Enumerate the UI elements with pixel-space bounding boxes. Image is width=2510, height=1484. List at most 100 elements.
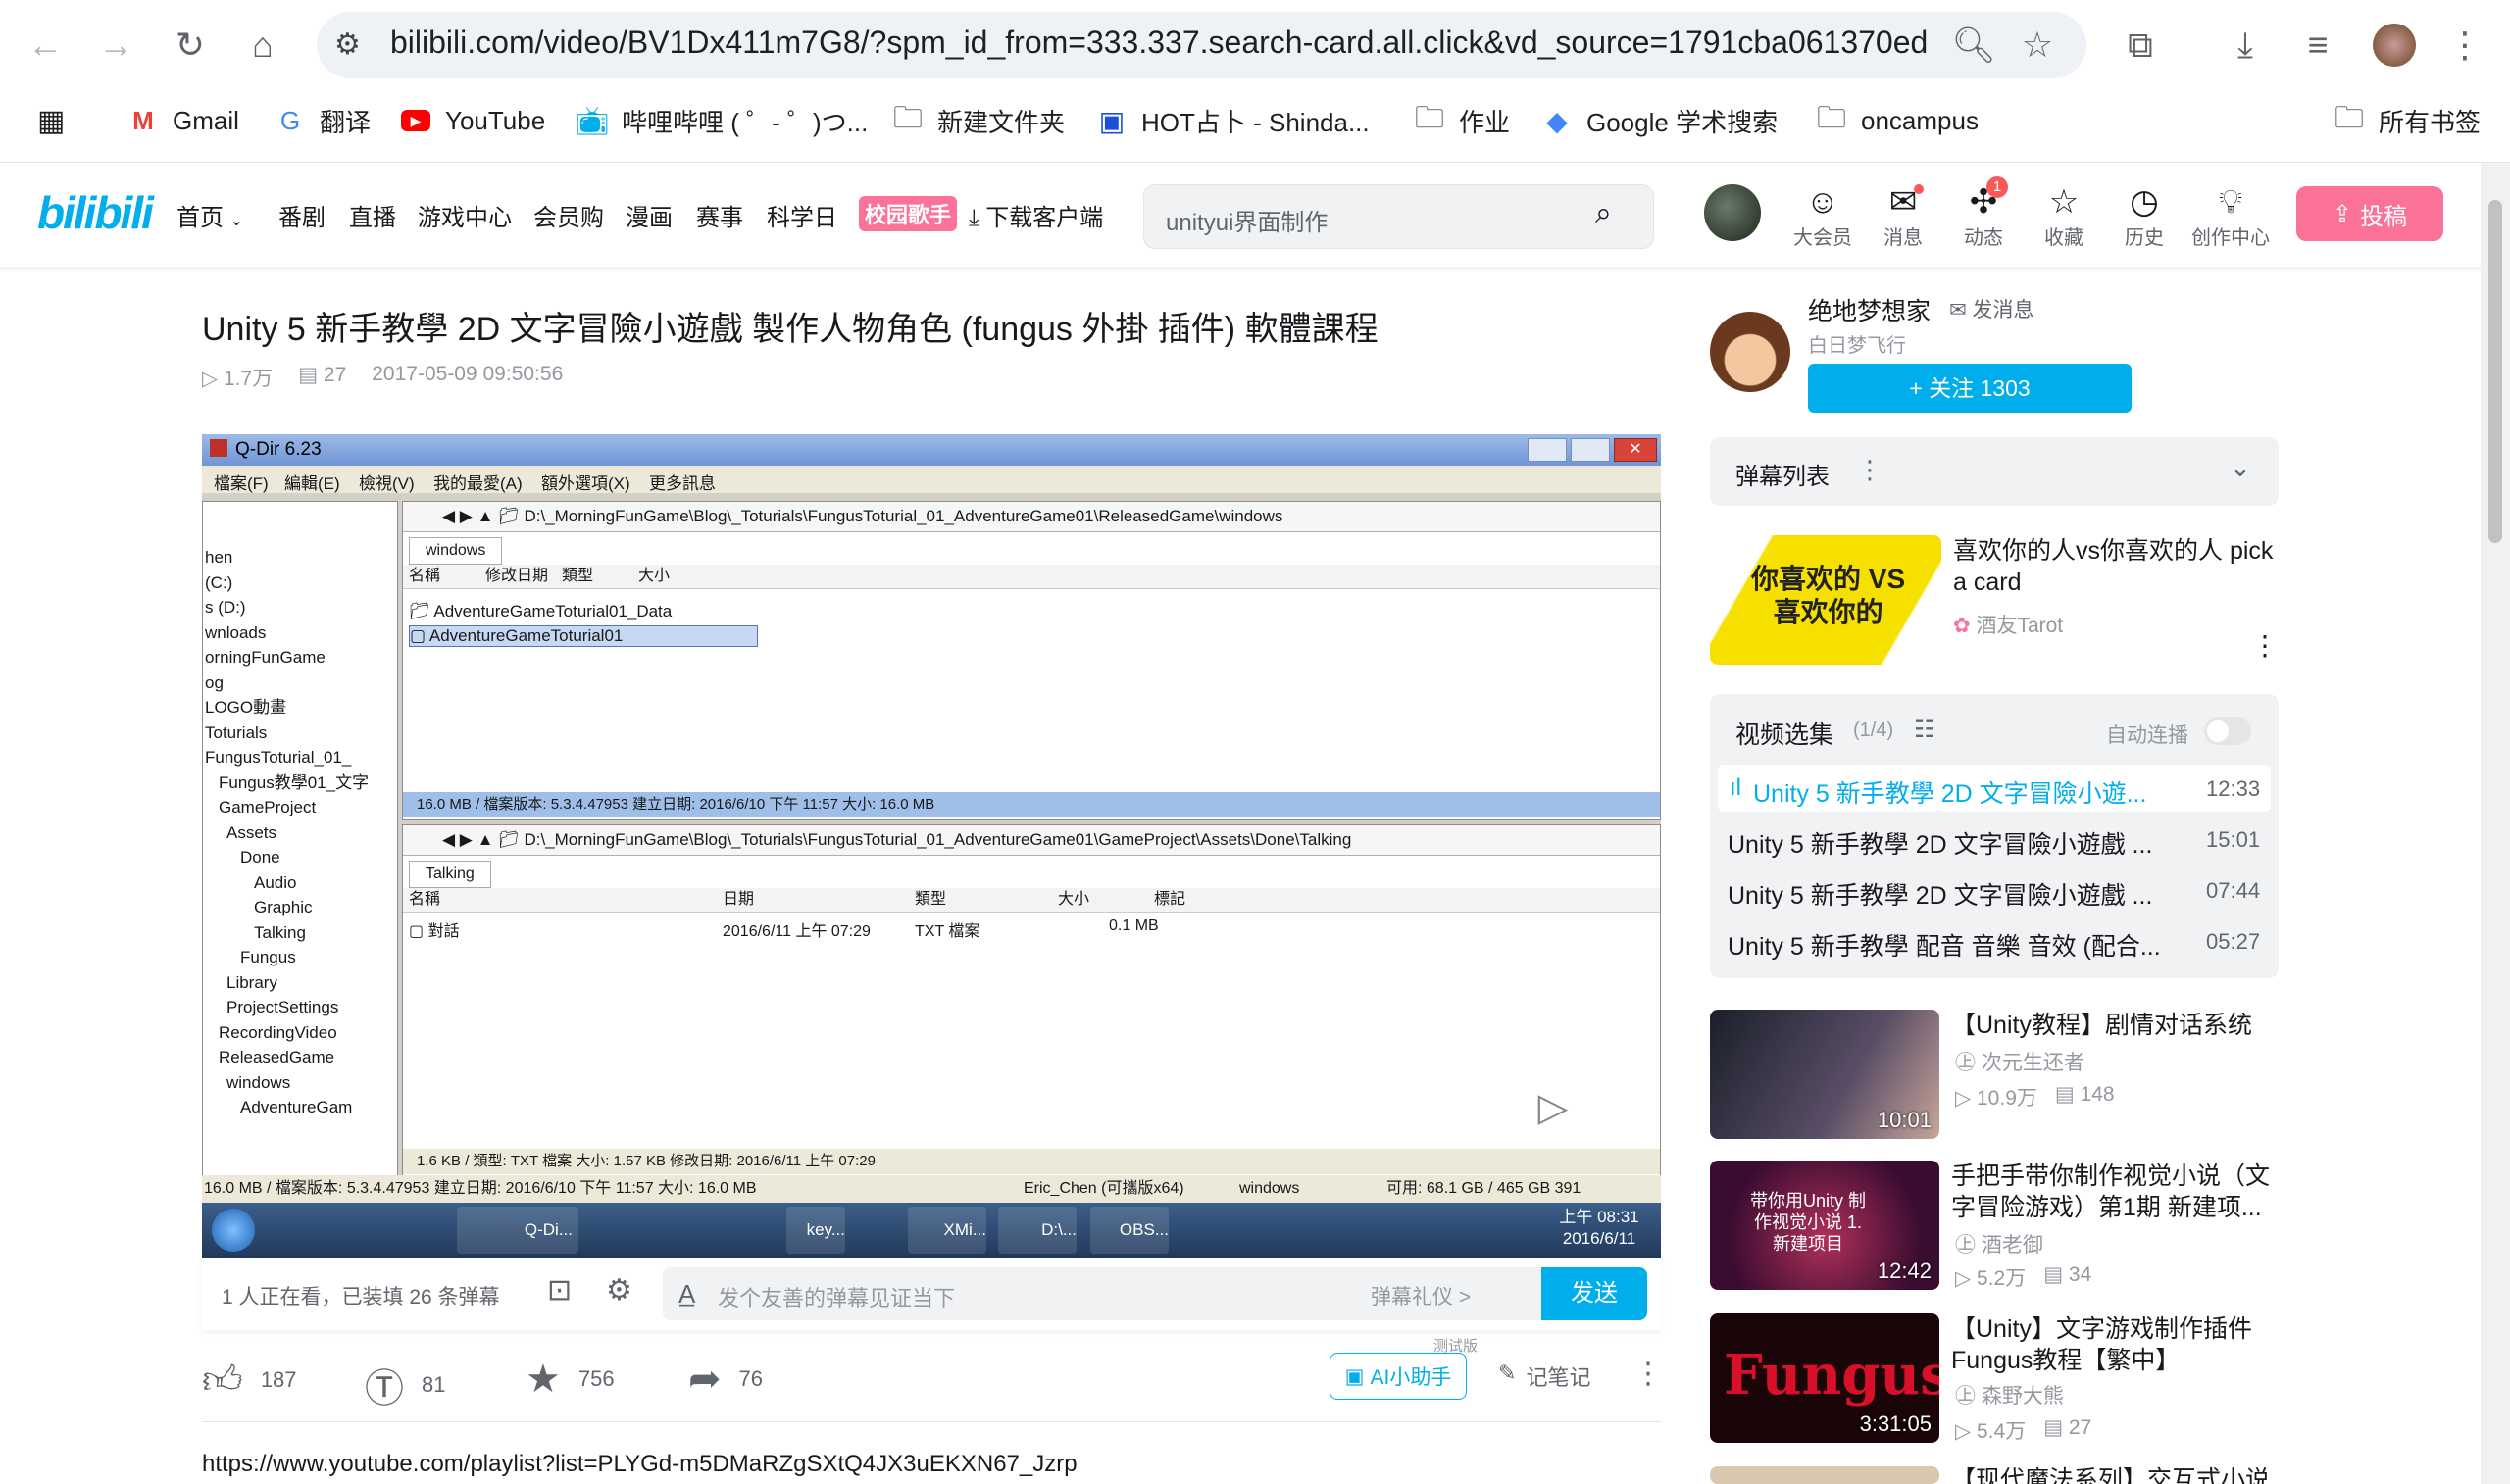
playlist-item-active[interactable]: ıl Unity 5 新手教學 2D 文字冒險小遊... 12:33 bbox=[1718, 765, 2271, 812]
tarot-icon: ✿ bbox=[1953, 615, 1971, 637]
bilibili-logo[interactable]: bilibili bbox=[37, 186, 154, 239]
header-history[interactable]: ◷ 历史 bbox=[2110, 182, 2179, 250]
danmaku-settings-icon[interactable]: ⚙ bbox=[606, 1273, 632, 1308]
nav-science-day[interactable]: 科学日 bbox=[767, 198, 837, 232]
follow-button[interactable]: + 关注 1303 bbox=[1808, 364, 2132, 413]
user-avatar[interactable] bbox=[1704, 184, 1761, 241]
forward-icon[interactable]: → bbox=[88, 18, 143, 73]
bookmark-gmail[interactable]: M Gmail bbox=[127, 99, 239, 142]
bookmark-bilibili[interactable]: 📺︎ 哔哩哔哩 ( ゜- ゜)つ... bbox=[575, 99, 868, 142]
download-icon[interactable]: ⤓ bbox=[2218, 18, 2273, 73]
ad-author[interactable]: ✿ 酒友Tarot bbox=[1953, 610, 2063, 639]
header-creator[interactable]: 💡︎ 创作中心 bbox=[2190, 182, 2271, 250]
coin-button[interactable]: Ⓣ 81 bbox=[365, 1357, 445, 1413]
rec-thumbnail[interactable]: 10:01 bbox=[1710, 1010, 1939, 1139]
share-button[interactable]: ➦ 76 bbox=[688, 1357, 763, 1402]
playlist-list-icon[interactable]: ☷ bbox=[1914, 716, 1935, 744]
rec-thumbnail[interactable]: Fungus 3:31:05 bbox=[1710, 1313, 1939, 1443]
nav-home[interactable]: 首页 ⌄ bbox=[176, 198, 243, 232]
playlist-item[interactable]: Unity 5 新手教學 2D 文字冒險小遊戲 ... 15:01 bbox=[1718, 816, 2271, 863]
rec-thumbnail[interactable] bbox=[1710, 1466, 1939, 1484]
danmaku-etiquette-link[interactable]: 弹幕礼仪 > bbox=[1371, 1281, 1471, 1311]
all-bookmarks[interactable]: 🗀 所有书签 bbox=[2334, 99, 2481, 142]
play-count-icon: ▷ bbox=[1955, 1420, 1972, 1443]
more-icon[interactable]: ⋮ bbox=[1633, 1357, 1663, 1391]
media-icon[interactable]: ≡ bbox=[2290, 18, 2345, 73]
menu-icon[interactable]: ⋮ bbox=[2437, 18, 2492, 73]
reload-icon[interactable]: ↻ bbox=[163, 18, 218, 73]
profile-avatar[interactable] bbox=[2373, 24, 2416, 67]
chevron-down-icon[interactable]: ⌄ bbox=[2230, 453, 2251, 483]
apps-icon[interactable]: ▦ bbox=[37, 99, 65, 142]
col-tag: 標記 bbox=[1154, 891, 1186, 908]
maximize-icon bbox=[1571, 438, 1610, 462]
rec-author[interactable]: ㊤ 次元生还者 bbox=[1955, 1047, 2084, 1076]
send-message-link[interactable]: ✉ 发消息 bbox=[1949, 294, 2033, 323]
ai-assistant-button[interactable]: ▣ AI小助手 bbox=[1330, 1353, 1467, 1400]
nav-campus-singer[interactable]: 校园歌手 bbox=[859, 196, 958, 231]
top-status: 16.0 MB / 檔案版本: 5.3.4.47953 建立日期: 2016/6… bbox=[403, 792, 1660, 817]
extensions-icon[interactable]: ⧉ bbox=[2113, 18, 2168, 73]
rec-author[interactable]: ㊤ 森野大熊 bbox=[1955, 1380, 2064, 1410]
nav-manga[interactable]: 漫画 bbox=[626, 198, 673, 232]
uploader-name[interactable]: 绝地梦想家 bbox=[1808, 292, 1931, 327]
rec-title[interactable]: 手把手带你制作视觉小说（文字冒险游戏）第1期 新建项... bbox=[1951, 1161, 2279, 1223]
bookmark-youtube[interactable]: ▶ YouTube bbox=[400, 99, 545, 142]
video-description[interactable]: https://www.youtube.com/playlist?list=PL… bbox=[202, 1451, 1078, 1478]
bookmark-star-icon[interactable]: ☆ bbox=[2010, 18, 2065, 73]
nav-live[interactable]: 直播 bbox=[349, 198, 396, 232]
nav-game-center[interactable]: 游戏中心 bbox=[418, 198, 512, 232]
bookmark-hot[interactable]: ▣ HOT占卜 - Shinda... bbox=[1096, 99, 1370, 142]
video-player[interactable]: Q-Dir 6.23 ✕ 檔案(F) 編輯(E) 檢視(V) 我的最愛(A) 額… bbox=[202, 434, 1661, 1258]
search-box[interactable]: unityui界面制作 ⌕ bbox=[1143, 184, 1654, 249]
like-button[interactable]: 👍︎ 187 bbox=[202, 1357, 297, 1404]
favorite-button[interactable]: ★ 756 bbox=[526, 1357, 615, 1402]
site-info-icon[interactable]: ⚙ bbox=[334, 27, 361, 62]
ad-thumbnail[interactable]: 你喜欢的 VS 喜欢你的 bbox=[1710, 535, 1941, 665]
zoom-icon[interactable]: 🔍︎ bbox=[1946, 18, 2001, 73]
danmaku-list-panel[interactable]: 弹幕列表 ⋮ ⌄ bbox=[1710, 437, 2279, 506]
danmaku-toggle-icon[interactable]: ⊡ bbox=[547, 1273, 572, 1308]
play-icon[interactable]: ▷ bbox=[1512, 1071, 1594, 1144]
bookmark-translate[interactable]: G 翻译 bbox=[275, 99, 371, 142]
page-scrollbar[interactable] bbox=[2481, 163, 2510, 1484]
notes-button[interactable]: ✎ 记笔记 bbox=[1498, 1360, 1590, 1392]
nav-esports[interactable]: 赛事 bbox=[696, 198, 743, 232]
playlist-item[interactable]: Unity 5 新手教學 配音 音樂 音效 (配合... 05:27 bbox=[1718, 917, 2271, 965]
rec-title[interactable]: 【Unity】文字游戏制作插件Fungus教程【繁中】 bbox=[1951, 1313, 2279, 1376]
header-vip[interactable]: ☺ 大会员 bbox=[1788, 182, 1857, 250]
rec-thumbnail[interactable]: 带你用Unity 制作视觉小说 1.新建项目 12:42 bbox=[1710, 1161, 1939, 1290]
tree-node: hen bbox=[205, 548, 233, 567]
autoplay-toggle[interactable] bbox=[2204, 717, 2251, 745]
font-style-icon[interactable]: A̲ bbox=[678, 1279, 695, 1310]
bookmark-folder-oncampus[interactable]: 🗀 oncampus bbox=[1816, 99, 1979, 142]
more-icon[interactable]: ⋮ bbox=[2251, 629, 2279, 662]
send-button[interactable]: 发送 bbox=[1541, 1267, 1647, 1320]
bookmark-folder-new[interactable]: 🗀 新建文件夹 bbox=[892, 99, 1065, 142]
header-messages[interactable]: ✉ 消息 bbox=[1869, 182, 1937, 250]
rec-title[interactable]: 【Unity教程】剧情对话系统 bbox=[1951, 1010, 2279, 1041]
danmaku-input[interactable]: A̲ 发个友善的弹幕见证当下 弹幕礼仪 > bbox=[663, 1267, 1647, 1320]
nav-shop[interactable]: 会员购 bbox=[533, 198, 604, 232]
bookmark-folder-homework[interactable]: 🗀 作业 bbox=[1414, 99, 1510, 142]
search-input[interactable]: unityui界面制作 bbox=[1166, 203, 1328, 237]
ad-title[interactable]: 喜欢你的人vs你喜欢的人 pick a card bbox=[1953, 535, 2277, 598]
home-icon[interactable]: ⌂ bbox=[235, 18, 290, 73]
search-icon[interactable]: ⌕ bbox=[1595, 197, 1612, 230]
rec-title[interactable]: 【现代魔法系列】交互式小说 bbox=[1951, 1464, 2279, 1484]
playlist-item[interactable]: Unity 5 新手教學 2D 文字冒險小遊戲 ... 07:44 bbox=[1718, 866, 2271, 914]
rec-author[interactable]: ㊤ 酒老御 bbox=[1955, 1229, 2043, 1259]
header-dynamic[interactable]: ✣ 动态 1 bbox=[1949, 176, 2018, 250]
taskbar-clock: 上午 08:31 2016/6/11 bbox=[1559, 1208, 1639, 1248]
more-icon[interactable]: ⋮ bbox=[1857, 455, 1882, 485]
url-text[interactable]: bilibili.com/video/BV1Dx411m7G8/?spm_id_… bbox=[390, 25, 1930, 61]
back-icon[interactable]: ← bbox=[18, 18, 73, 73]
upload-button[interactable]: ⇪ 投稿 bbox=[2296, 186, 2443, 241]
nav-anime[interactable]: 番剧 bbox=[278, 198, 326, 232]
header-favorites[interactable]: ☆ 收藏 bbox=[2030, 182, 2098, 250]
uploader-avatar[interactable] bbox=[1710, 312, 1790, 392]
file-row-selected: ▢ AdventureGameToturial01 bbox=[409, 625, 758, 647]
bookmark-scholar[interactable]: ◆ Google 学术搜索 bbox=[1541, 99, 1778, 142]
scrollbar-thumb[interactable] bbox=[2488, 200, 2502, 543]
nav-download-client[interactable]: ⤓ 下载客户端 bbox=[969, 198, 1103, 232]
